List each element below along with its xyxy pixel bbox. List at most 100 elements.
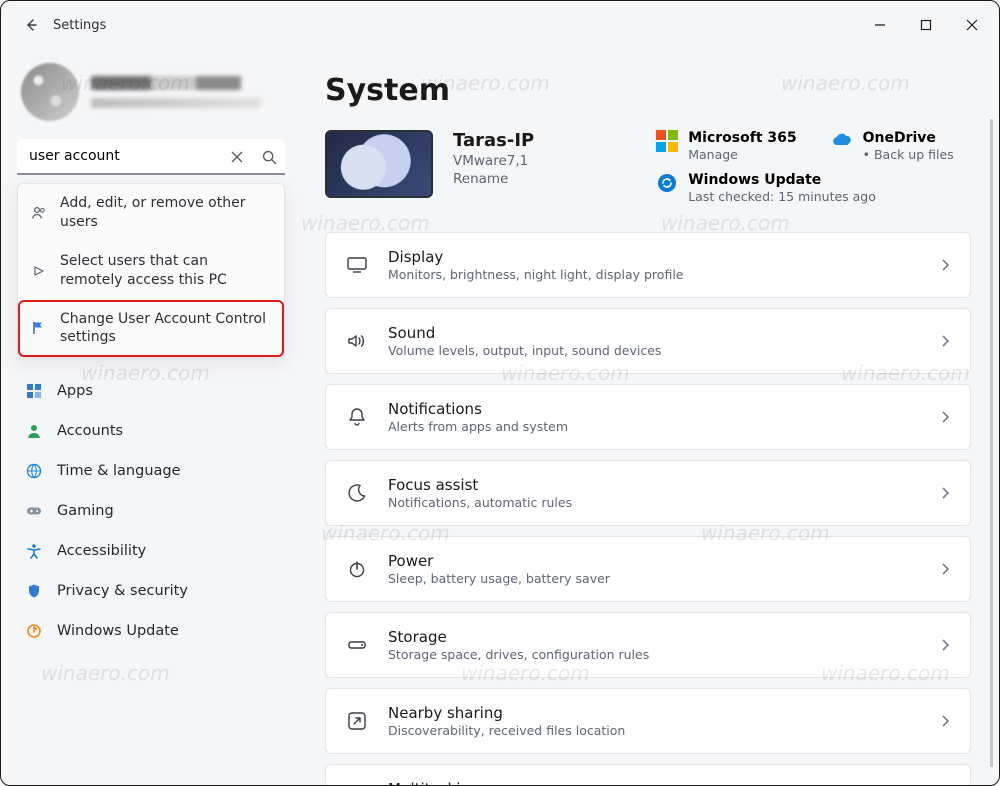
row-title: Notifications xyxy=(388,400,568,418)
nav-gaming[interactable]: Gaming xyxy=(11,492,291,530)
display-icon xyxy=(344,254,370,276)
clear-search-button[interactable] xyxy=(221,139,253,175)
tile-sub: Last checked: 15 minutes ago xyxy=(688,189,876,204)
sound-icon xyxy=(344,330,370,352)
apps-colored-icon xyxy=(25,383,43,399)
row-notifications[interactable]: NotificationsAlerts from apps and system xyxy=(325,384,971,450)
titlebar: Settings xyxy=(1,1,999,49)
flag-icon xyxy=(30,320,48,336)
row-sub: Monitors, brightness, night light, displ… xyxy=(388,267,683,282)
tile-sub: • Back up files xyxy=(863,147,954,162)
row-multitasking[interactable]: MultitaskingSnap windows, desktops, task… xyxy=(325,764,971,785)
row-title: Display xyxy=(388,248,683,266)
row-title: Sound xyxy=(388,324,661,342)
pc-block: Taras-IP VMware7,1 Rename xyxy=(453,130,534,187)
tile-title: Windows Update xyxy=(688,172,876,188)
row-sub: Discoverability, received files location xyxy=(388,723,625,738)
bell-icon xyxy=(344,406,370,428)
row-sub: Notifications, automatic rules xyxy=(388,495,572,510)
close-button[interactable] xyxy=(949,9,995,41)
tile-microsoft365[interactable]: Microsoft 365 Manage xyxy=(656,130,796,162)
main-panel: System Taras-IP VMware7,1 Rename Microso… xyxy=(301,49,999,785)
window-title: Settings xyxy=(53,18,106,33)
pc-model: VMware7,1 xyxy=(453,153,534,169)
profile-block[interactable] xyxy=(11,53,291,139)
nav-label: Privacy & security xyxy=(57,583,188,599)
nav-time-language[interactable]: Time & language xyxy=(11,452,291,490)
suggestion-remote-users[interactable]: Select users that can remotely access th… xyxy=(18,242,284,300)
back-arrow-icon xyxy=(23,17,39,33)
minimize-icon xyxy=(874,19,886,31)
rename-pc-link[interactable]: Rename xyxy=(453,171,534,187)
minimize-button[interactable] xyxy=(857,9,903,41)
page-heading: System xyxy=(325,73,971,108)
row-sub: Volume levels, output, input, sound devi… xyxy=(388,343,661,358)
search-icon xyxy=(262,150,277,165)
status-tiles: Microsoft 365 Manage OneDrive • Back up … xyxy=(656,130,971,204)
back-button[interactable] xyxy=(15,9,47,41)
nav-label: Apps xyxy=(57,383,93,399)
row-title: Power xyxy=(388,552,610,570)
nav-apps[interactable]: Apps xyxy=(11,372,291,410)
sidebar-nav: Apps Accounts Time & language Gaming Acc… xyxy=(11,372,291,650)
chevron-right-icon xyxy=(940,636,952,655)
row-storage[interactable]: StorageStorage space, drives, configurat… xyxy=(325,612,971,678)
nav-label: Time & language xyxy=(57,463,181,479)
power-icon xyxy=(344,558,370,580)
settings-window: Settings xyxy=(0,0,1000,786)
row-display[interactable]: DisplayMonitors, brightness, night light… xyxy=(325,232,971,298)
search-wrap xyxy=(17,139,285,175)
account-colored-icon xyxy=(25,423,43,439)
tile-sub: Manage xyxy=(688,147,796,162)
row-nearby-sharing[interactable]: Nearby sharingDiscoverability, received … xyxy=(325,688,971,754)
tile-title: Microsoft 365 xyxy=(688,130,796,146)
nav-label: Windows Update xyxy=(57,623,179,639)
onedrive-icon xyxy=(831,130,853,152)
profile-email-redacted xyxy=(91,98,261,108)
moon-icon xyxy=(344,482,370,504)
gaming-colored-icon xyxy=(25,503,43,519)
search-button[interactable] xyxy=(253,139,285,175)
nav-windows-update[interactable]: Windows Update xyxy=(11,612,291,650)
row-power[interactable]: PowerSleep, battery usage, battery saver xyxy=(325,536,971,602)
row-sub: Storage space, drives, configuration rul… xyxy=(388,647,649,662)
suggestion-other-users[interactable]: Add, edit, or remove other users xyxy=(18,184,284,242)
nav-accessibility[interactable]: Accessibility xyxy=(11,532,291,570)
row-title: Nearby sharing xyxy=(388,704,625,722)
chevron-right-icon xyxy=(940,332,952,351)
row-sound[interactable]: SoundVolume levels, output, input, sound… xyxy=(325,308,971,374)
scrollbar[interactable] xyxy=(990,119,993,767)
sidebar: Add, edit, or remove other users Select … xyxy=(1,49,301,785)
nav-privacy[interactable]: Privacy & security xyxy=(11,572,291,610)
users-icon xyxy=(30,205,48,221)
profile-name-redacted xyxy=(91,76,241,90)
search-suggestions: Add, edit, or remove other users Select … xyxy=(17,183,285,358)
nav-accounts[interactable]: Accounts xyxy=(11,412,291,450)
maximize-button[interactable] xyxy=(903,9,949,41)
settings-list: DisplayMonitors, brightness, night light… xyxy=(311,232,971,785)
share-icon xyxy=(344,710,370,732)
nav-label: Gaming xyxy=(57,503,114,519)
row-title: Multitasking xyxy=(388,780,639,785)
chevron-right-icon xyxy=(940,484,952,503)
row-sub: Sleep, battery usage, battery saver xyxy=(388,571,610,586)
tile-onedrive[interactable]: OneDrive • Back up files xyxy=(831,130,971,162)
row-sub: Alerts from apps and system xyxy=(388,419,568,434)
globe-colored-icon xyxy=(25,463,43,479)
shield-colored-icon xyxy=(25,583,43,599)
close-icon xyxy=(966,19,978,31)
chevron-right-icon xyxy=(940,712,952,731)
desktop-thumbnail[interactable] xyxy=(325,130,433,198)
x-icon xyxy=(231,151,243,163)
tile-windows-update[interactable]: Windows Update Last checked: 15 minutes … xyxy=(656,172,971,204)
window-buttons xyxy=(857,9,995,41)
chevron-right-icon xyxy=(940,560,952,579)
suggestion-uac-settings[interactable]: Change User Account Control settings xyxy=(18,300,284,358)
access-colored-icon xyxy=(25,543,43,559)
tile-title: OneDrive xyxy=(863,130,954,146)
row-title: Focus assist xyxy=(388,476,572,494)
row-focus-assist[interactable]: Focus assistNotifications, automatic rul… xyxy=(325,460,971,526)
system-top-row: Taras-IP VMware7,1 Rename Microsoft 365 … xyxy=(311,130,971,204)
suggestion-label: Change User Account Control settings xyxy=(60,310,272,348)
suggestion-label: Add, edit, or remove other users xyxy=(60,194,272,232)
